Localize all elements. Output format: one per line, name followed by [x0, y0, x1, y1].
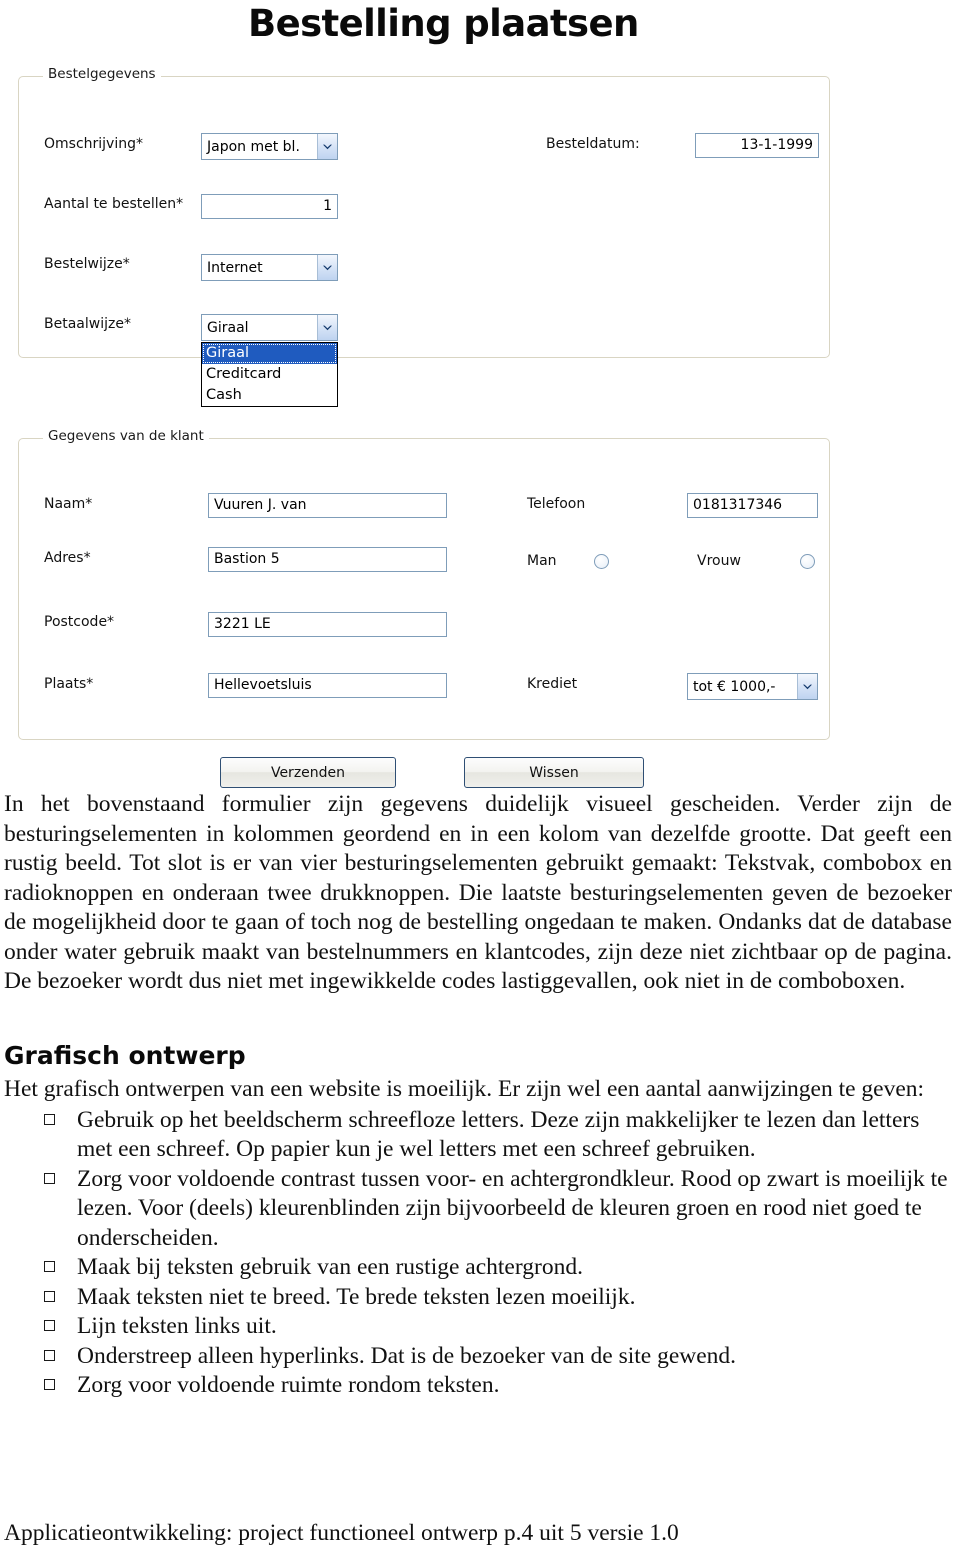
chevron-down-icon[interactable]: [317, 315, 337, 340]
document-body: In het bovenstaand formulier zijn gegeve…: [0, 790, 960, 1401]
square-bullet-icon: [44, 1290, 55, 1302]
telefoon-label: Telefoon: [527, 496, 586, 512]
plaats-label: Plaats*: [44, 676, 94, 692]
list-item-text: Maak teksten niet te breed. Te brede tek…: [77, 1283, 636, 1310]
form-screenshot: Bestelling plaatsen Bestelgegevens Omsch…: [0, 0, 960, 795]
list-item: Maak bij teksten gebruik van een rustige…: [44, 1253, 952, 1283]
list-item-text: Maak bij teksten gebruik van een rustige…: [77, 1254, 583, 1280]
list-item-text: Lijn teksten links uit.: [77, 1313, 277, 1339]
dropdown-option[interactable]: Giraal: [202, 343, 337, 364]
bestelwijze-combobox-value: Internet: [207, 259, 263, 276]
man-radio[interactable]: [594, 554, 609, 569]
postcode-label: Postcode*: [44, 614, 115, 630]
aantal-input[interactable]: 1: [201, 194, 338, 219]
square-bullet-icon: [44, 1113, 55, 1125]
krediet-combobox-value: tot € 1000,-: [693, 678, 776, 695]
order-details-legend: Bestelgegevens: [43, 66, 161, 82]
naam-label: Naam*: [44, 496, 93, 512]
vrouw-label: Vrouw: [697, 553, 741, 569]
omschrijving-combobox-value: Japon met bl.: [207, 138, 300, 155]
betaalwijze-combobox-value: Giraal: [207, 319, 249, 336]
betaalwijze-combobox[interactable]: Giraal: [201, 314, 338, 341]
order-details-groupbox: Bestelgegevens: [18, 66, 830, 358]
adres-label: Adres*: [44, 550, 91, 566]
square-bullet-icon: [44, 1261, 55, 1272]
square-bullet-icon: [44, 1320, 55, 1331]
omschrijving-label: Omschrijving*: [44, 136, 143, 152]
besteldatum-input[interactable]: 13-1-1999: [695, 133, 819, 158]
paragraph-1: In het bovenstaand formulier zijn gegeve…: [4, 791, 952, 994]
list-item-text: Zorg voor voldoende contrast tussen voor…: [77, 1165, 948, 1251]
list-item-text: Gebruik op het beeldscherm schreefloze l…: [77, 1106, 920, 1163]
list-item-text: Onderstreep alleen hyperlinks. Dat is de…: [77, 1342, 737, 1369]
list-item: Zorg voor voldoende ruimte rondom tekste…: [44, 1371, 952, 1401]
square-bullet-icon: [44, 1172, 55, 1184]
postcode-input[interactable]: 3221 LE: [208, 612, 447, 637]
list-item: Lijn teksten links uit.: [44, 1312, 952, 1342]
square-bullet-icon: [44, 1349, 55, 1361]
dropdown-option[interactable]: Cash: [202, 385, 337, 406]
list-item: Zorg voor voldoende contrast tussen voor…: [44, 1165, 952, 1254]
wissen-button[interactable]: Wissen: [464, 757, 644, 788]
paragraph-2: Het grafisch ontwerpen van een website i…: [4, 1075, 925, 1102]
list-item: Onderstreep alleen hyperlinks. Dat is de…: [44, 1342, 952, 1372]
list-item-text: Zorg voor voldoende ruimte rondom tekste…: [77, 1372, 500, 1398]
dropdown-option[interactable]: Creditcard: [202, 364, 337, 385]
verzenden-button[interactable]: Verzenden: [220, 757, 396, 788]
aantal-label: Aantal te bestellen*: [44, 196, 184, 212]
krediet-combobox[interactable]: tot € 1000,-: [687, 673, 818, 700]
vrouw-radio[interactable]: [800, 554, 815, 569]
section-heading-grafisch-ontwerp: Grafisch ontwerp: [4, 1040, 246, 1070]
bestelwijze-label: Bestelwijze*: [44, 256, 130, 272]
chevron-down-icon[interactable]: [797, 674, 817, 699]
krediet-label: Krediet: [527, 676, 578, 692]
guidelines-list: Gebruik op het beeldscherm schreefloze l…: [0, 1106, 960, 1401]
plaats-input[interactable]: Hellevoetsluis: [208, 673, 447, 698]
chevron-down-icon[interactable]: [317, 255, 337, 280]
naam-input[interactable]: Vuuren J. van: [208, 493, 447, 518]
betaalwijze-dropdown-list[interactable]: Giraal Creditcard Cash: [201, 342, 338, 407]
betaalwijze-label: Betaalwijze*: [44, 316, 131, 332]
besteldatum-label: Besteldatum:: [546, 136, 640, 152]
customer-details-legend: Gegevens van de klant: [43, 428, 209, 444]
man-label: Man: [527, 553, 557, 569]
chevron-down-icon[interactable]: [317, 134, 337, 159]
page-title: Bestelling plaatsen: [248, 2, 639, 45]
omschrijving-combobox[interactable]: Japon met bl.: [201, 133, 338, 160]
page-footer: Applicatieontwikkeling: project function…: [4, 1520, 679, 1546]
list-item: Gebruik op het beeldscherm schreefloze l…: [44, 1106, 952, 1165]
telefoon-input[interactable]: 0181317346: [687, 493, 818, 518]
bestelwijze-combobox[interactable]: Internet: [201, 254, 338, 281]
list-item: Maak teksten niet te breed. Te brede tek…: [44, 1283, 952, 1313]
square-bullet-icon: [44, 1379, 55, 1390]
adres-input[interactable]: Bastion 5: [208, 547, 447, 572]
